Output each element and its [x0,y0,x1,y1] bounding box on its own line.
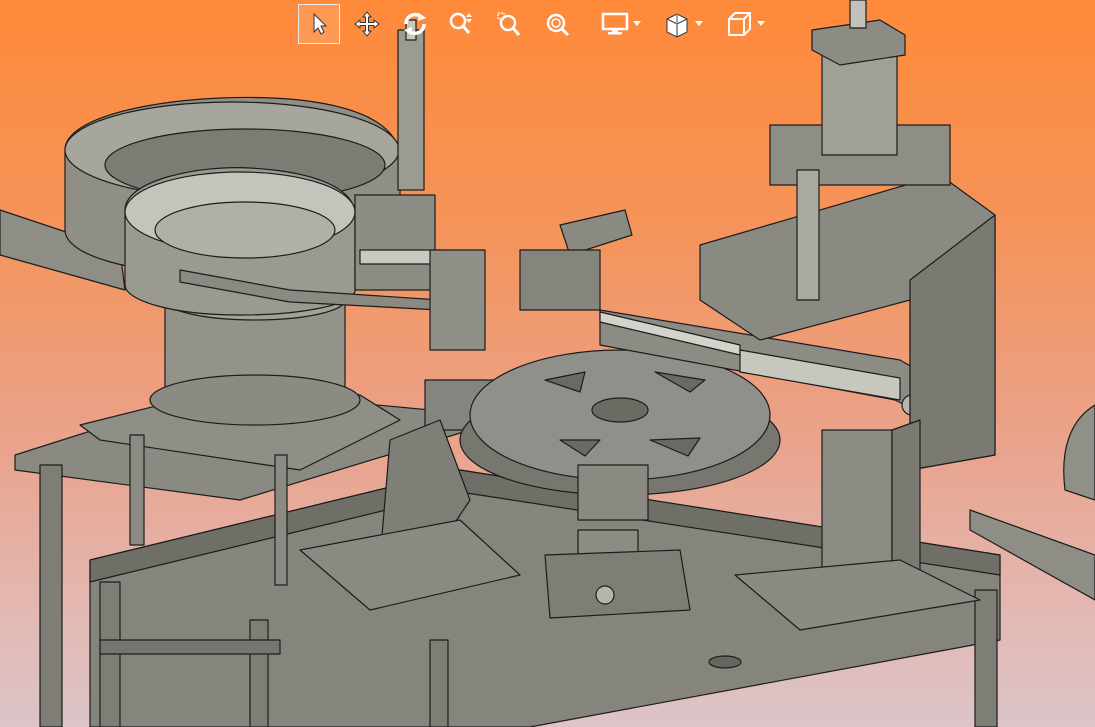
front-cylinder-end [595,585,615,605]
view-cube-icon [728,12,751,36]
support-post-2 [274,454,288,586]
press-ram [796,169,820,301]
zoom-window-icon [497,12,521,36]
chevron-down-icon [757,21,765,26]
monitor-icon [601,12,629,35]
chevron-down-icon [695,21,703,26]
select-tool-button[interactable] [298,4,340,44]
front-station-base [544,549,691,619]
table-leg-5 [974,589,998,727]
table-leg-3 [249,619,269,727]
zoom-window-button[interactable] [488,4,530,44]
zoom-fit-button[interactable] [536,4,578,44]
press-cylinder-rod [849,0,867,29]
chevron-down-icon [633,21,641,26]
section-cube-icon [666,13,688,38]
support-post-1 [129,434,145,546]
bowl-column-foot [149,374,361,426]
front-station-block [577,464,649,521]
bowl-inner-well [154,201,336,259]
left-station-block [354,194,436,291]
table-hole [708,655,742,669]
cad-model-render[interactable] [0,0,1095,727]
index-table-hub [591,397,649,423]
left-horizontal-rod [359,249,441,265]
table-leg-1 [39,464,63,727]
zoom-fit-icon [546,13,570,37]
pick-station-frame [429,249,486,351]
mid-block [519,249,601,311]
pan-tool-button[interactable] [346,4,388,44]
cursor-arrow-icon [313,12,328,35]
3d-viewport[interactable] [0,0,1095,727]
move-arrows-icon [354,11,380,37]
rotate-tool-button[interactable] [394,4,436,44]
zoom-updown-icon [449,12,472,34]
view-orientation-button[interactable] [708,4,770,44]
frame-rail [99,639,281,655]
left-vertical-cylinder [397,29,425,191]
rotate-icon [404,12,426,36]
right-bowl [1063,404,1095,501]
section-view-button[interactable] [646,4,708,44]
viewer-toolbar [298,2,770,46]
display-mode-button[interactable] [584,4,646,44]
table-leg-4 [429,639,449,727]
zoom-tool-button[interactable] [440,4,482,44]
upper-bracket [559,209,633,256]
